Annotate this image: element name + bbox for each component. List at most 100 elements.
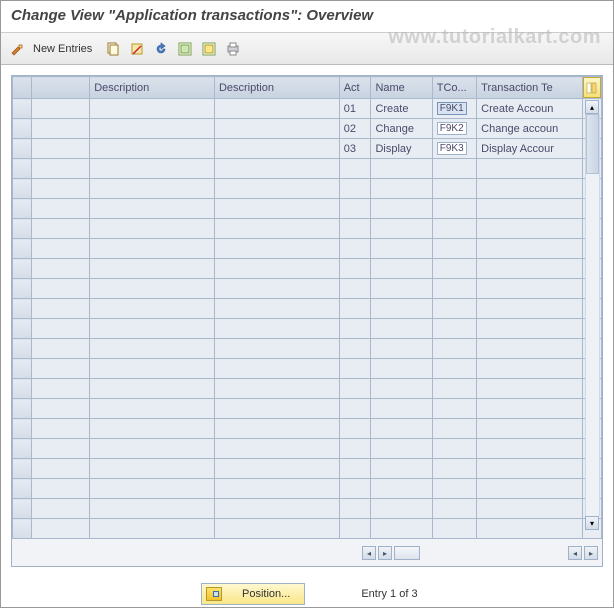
row-selector[interactable]	[13, 299, 32, 319]
cell-act[interactable]	[339, 439, 371, 459]
cell-tcode[interactable]	[432, 419, 476, 439]
cell-name[interactable]	[371, 239, 432, 259]
cell-act[interactable]	[339, 419, 371, 439]
cell-description-1[interactable]	[90, 519, 215, 539]
scroll-left-button-2[interactable]: ◂	[568, 546, 582, 560]
row-selector[interactable]	[13, 399, 32, 419]
cell-name[interactable]	[371, 259, 432, 279]
cell-blank[interactable]	[32, 199, 90, 219]
table-settings-button[interactable]	[582, 77, 601, 99]
cell-description-1[interactable]	[90, 439, 215, 459]
table-row-empty[interactable]	[13, 299, 602, 319]
cell-act[interactable]	[339, 339, 371, 359]
cell-blank[interactable]	[32, 179, 90, 199]
cell-act[interactable]	[339, 259, 371, 279]
cell-transaction-text[interactable]	[477, 159, 583, 179]
table-row-empty[interactable]	[13, 359, 602, 379]
tcode-value[interactable]: F9K2	[437, 122, 467, 135]
cell-name[interactable]	[371, 359, 432, 379]
cell-transaction-text[interactable]	[477, 319, 583, 339]
cell-name[interactable]: Display	[371, 139, 432, 159]
cell-name[interactable]	[371, 519, 432, 539]
scroll-right-button[interactable]: ▸	[378, 546, 392, 560]
column-header-blank[interactable]	[32, 77, 90, 99]
cell-description-2[interactable]	[214, 379, 339, 399]
cell-act[interactable]	[339, 199, 371, 219]
row-selector[interactable]	[13, 459, 32, 479]
table-row-empty[interactable]	[13, 199, 602, 219]
cell-blank[interactable]	[32, 419, 90, 439]
cell-description-2[interactable]	[214, 199, 339, 219]
cell-blank[interactable]	[32, 239, 90, 259]
cell-transaction-text[interactable]	[477, 339, 583, 359]
table-row-empty[interactable]	[13, 499, 602, 519]
cell-act[interactable]	[339, 279, 371, 299]
cell-tcode[interactable]	[432, 459, 476, 479]
cell-tcode[interactable]	[432, 519, 476, 539]
cell-act[interactable]	[339, 219, 371, 239]
cell-description-1[interactable]	[90, 339, 215, 359]
cell-transaction-text[interactable]	[477, 399, 583, 419]
cell-blank[interactable]	[32, 519, 90, 539]
column-header-name[interactable]: Name	[371, 77, 432, 99]
cell-description-1[interactable]	[90, 119, 215, 139]
cell-tcode[interactable]	[432, 239, 476, 259]
cell-blank[interactable]	[32, 319, 90, 339]
tcode-value[interactable]: F9K3	[437, 142, 467, 155]
table-row-empty[interactable]	[13, 419, 602, 439]
deselect-all-icon[interactable]	[200, 40, 218, 58]
cell-description-2[interactable]	[214, 339, 339, 359]
row-selector[interactable]	[13, 379, 32, 399]
cell-description-1[interactable]	[90, 159, 215, 179]
cell-description-2[interactable]	[214, 99, 339, 119]
cell-transaction-text[interactable]	[477, 419, 583, 439]
table-row-empty[interactable]	[13, 459, 602, 479]
print-icon[interactable]	[224, 40, 242, 58]
cell-description-2[interactable]	[214, 119, 339, 139]
scroll-right-button-2[interactable]: ▸	[584, 546, 598, 560]
copy-icon[interactable]	[104, 40, 122, 58]
cell-transaction-text[interactable]: Change accoun	[477, 119, 583, 139]
undo-icon[interactable]	[152, 40, 170, 58]
column-select-all[interactable]	[13, 77, 32, 99]
cell-tcode[interactable]: F9K1	[432, 99, 476, 119]
cell-act[interactable]	[339, 159, 371, 179]
column-header-description-1[interactable]: Description	[90, 77, 215, 99]
row-selector[interactable]	[13, 259, 32, 279]
cell-tcode[interactable]	[432, 319, 476, 339]
cell-description-2[interactable]	[214, 139, 339, 159]
table-row-empty[interactable]	[13, 319, 602, 339]
cell-tcode[interactable]	[432, 159, 476, 179]
row-selector[interactable]	[13, 519, 32, 539]
cell-blank[interactable]	[32, 139, 90, 159]
cell-transaction-text[interactable]	[477, 519, 583, 539]
cell-name[interactable]	[371, 439, 432, 459]
cell-description-2[interactable]	[214, 319, 339, 339]
cell-tcode[interactable]	[432, 259, 476, 279]
cell-blank[interactable]	[32, 299, 90, 319]
cell-description-1[interactable]	[90, 279, 215, 299]
cell-tcode[interactable]	[432, 339, 476, 359]
cell-description-1[interactable]	[90, 299, 215, 319]
cell-name[interactable]	[371, 219, 432, 239]
row-selector[interactable]	[13, 319, 32, 339]
table-row-empty[interactable]	[13, 399, 602, 419]
cell-act[interactable]	[339, 319, 371, 339]
table-row-empty[interactable]	[13, 479, 602, 499]
cell-blank[interactable]	[32, 159, 90, 179]
row-selector[interactable]	[13, 339, 32, 359]
row-selector[interactable]	[13, 119, 32, 139]
row-selector[interactable]	[13, 499, 32, 519]
table-row-empty[interactable]	[13, 239, 602, 259]
row-selector[interactable]	[13, 199, 32, 219]
scroll-down-button[interactable]: ▾	[585, 516, 599, 530]
cell-description-1[interactable]	[90, 319, 215, 339]
cell-transaction-text[interactable]	[477, 359, 583, 379]
table-row-empty[interactable]	[13, 339, 602, 359]
column-header-description-2[interactable]: Description	[214, 77, 339, 99]
cell-tcode[interactable]	[432, 219, 476, 239]
cell-name[interactable]	[371, 479, 432, 499]
cell-transaction-text[interactable]	[477, 239, 583, 259]
cell-description-2[interactable]	[214, 419, 339, 439]
tcode-value[interactable]: F9K1	[437, 102, 467, 115]
